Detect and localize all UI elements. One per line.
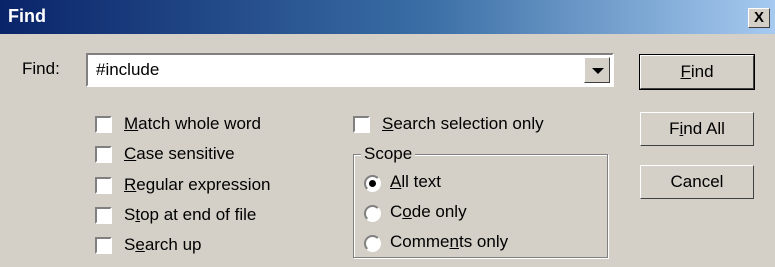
search-input[interactable]: #include [96,60,159,80]
title-bar[interactable]: Find X [0,0,775,34]
find-label: Find: [22,59,60,78]
find-button[interactable]: Find [639,54,755,90]
case-sensitive-label[interactable]: Case sensitive [124,144,235,164]
match-whole-word-label[interactable]: Match whole word [124,114,261,134]
close-button[interactable]: X [748,8,770,28]
comments-only-label[interactable]: Comments only [390,232,508,252]
code-only-radio[interactable] [364,205,381,222]
dropdown-arrow-icon[interactable] [584,57,610,83]
case-sensitive-checkbox[interactable] [95,146,112,163]
comments-only-radio[interactable] [364,235,381,252]
scope-label: Scope [361,144,416,164]
find-all-button[interactable]: Find All [640,112,754,146]
search-up-label[interactable]: Search up [124,235,202,255]
regular-expression-label[interactable]: Regular expression [124,175,270,195]
code-only-label[interactable]: Code only [390,202,467,222]
stop-at-end-label[interactable]: Stop at end of file [124,205,256,225]
cancel-button[interactable]: Cancel [640,165,754,199]
all-text-radio[interactable] [364,175,381,192]
all-text-label[interactable]: All text [390,172,441,192]
window-title: Find [8,6,46,26]
regular-expression-checkbox[interactable] [95,177,112,194]
search-combobox[interactable]: #include [86,53,614,87]
search-selection-checkbox[interactable] [353,116,370,133]
stop-at-end-checkbox[interactable] [95,207,112,224]
search-up-checkbox[interactable] [95,237,112,254]
close-icon: X [753,9,764,26]
search-selection-label[interactable]: Search selection only [382,114,544,134]
match-whole-word-checkbox[interactable] [95,116,112,133]
find-dialog: Find X Find: #include Find Find All Canc… [0,0,775,267]
